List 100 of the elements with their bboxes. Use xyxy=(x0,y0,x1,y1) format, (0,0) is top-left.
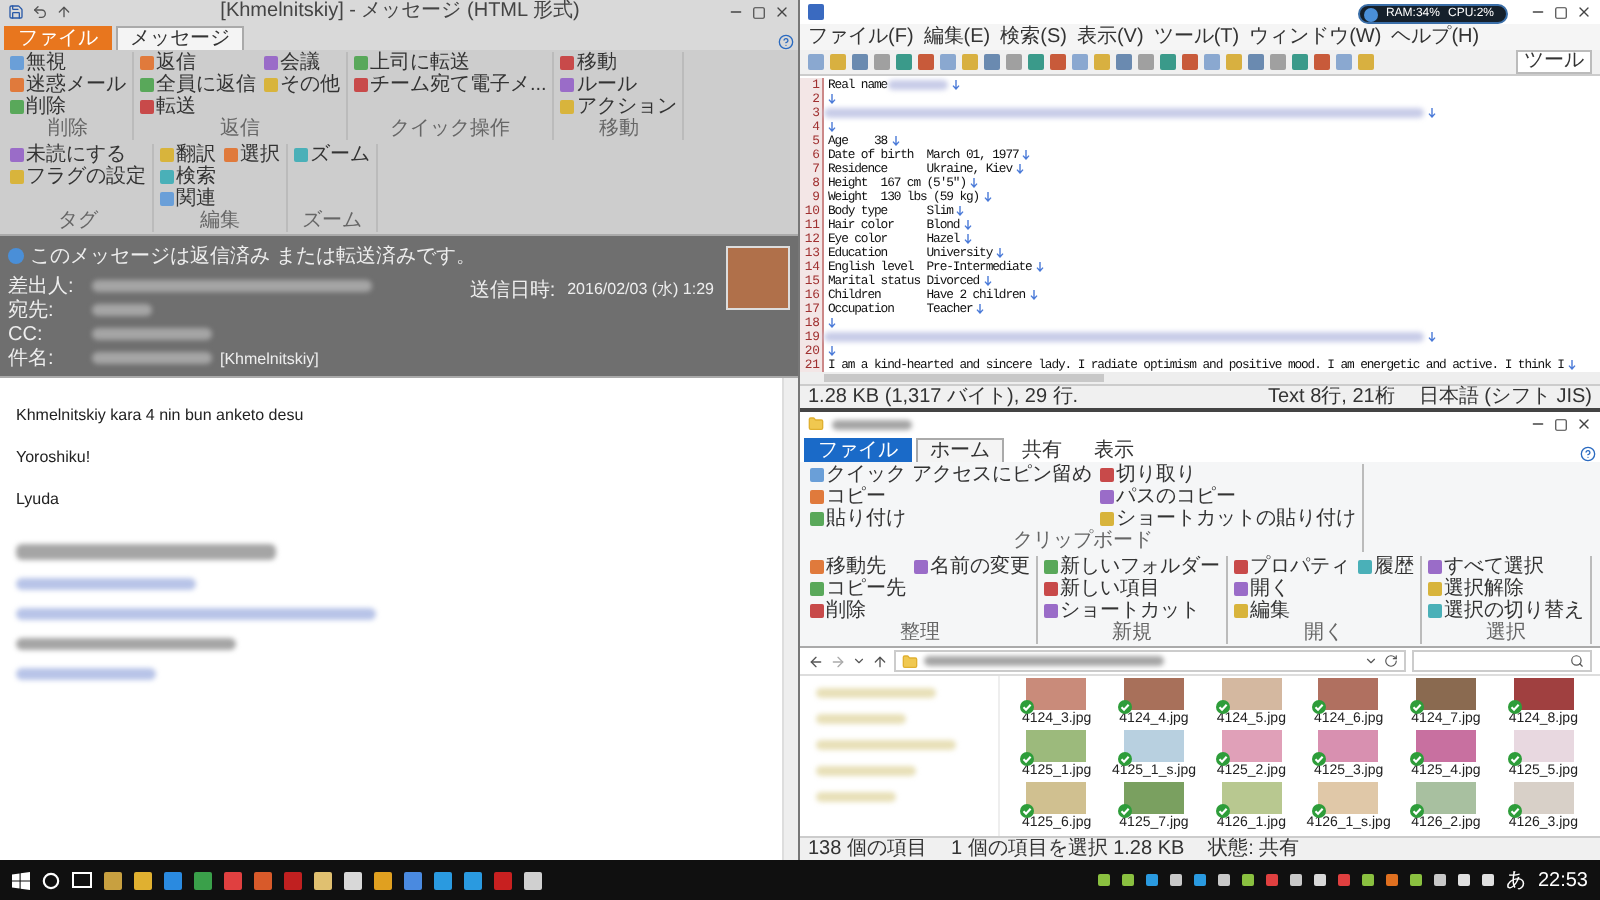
save-icon[interactable] xyxy=(8,4,24,20)
ribbon-button[interactable]: 切り取り xyxy=(1099,464,1356,486)
ribbon-button[interactable]: プロパティ xyxy=(1234,556,1350,578)
ribbon-button[interactable]: 貼り付け xyxy=(810,508,1092,530)
ribbon-button[interactable]: 新しいフォルダー xyxy=(1044,556,1220,578)
ribbon-button[interactable]: 履歴 xyxy=(1358,556,1414,578)
menu-item[interactable]: ファイル(F) xyxy=(808,25,914,49)
dropdown-icon[interactable] xyxy=(852,654,866,668)
help-icon[interactable] xyxy=(778,34,794,50)
photo-placeholder[interactable] xyxy=(1318,730,1379,762)
maximize-icon[interactable] xyxy=(1554,5,1568,19)
scrollbar[interactable] xyxy=(782,378,798,860)
ribbon-button[interactable]: すべて選択 xyxy=(1428,556,1584,578)
search-icon xyxy=(1570,654,1584,668)
photo-placeholder[interactable] xyxy=(1318,782,1379,814)
photo-placeholder[interactable] xyxy=(1513,730,1574,762)
menu-item[interactable]: ウィンドウ(W) xyxy=(1249,25,1382,49)
ribbon-button[interactable]: ルール xyxy=(560,74,677,96)
ribbon-tab[interactable]: メッセージ xyxy=(116,26,244,50)
ribbon-button[interactable]: 翻訳 xyxy=(160,144,216,166)
undo-icon[interactable] xyxy=(32,4,48,20)
back-icon[interactable] xyxy=(808,653,824,669)
menu-item[interactable]: ツール(T) xyxy=(1153,25,1240,49)
menu-item[interactable]: 検索(S) xyxy=(1000,25,1067,49)
ribbon-button[interactable]: 全員に返信 xyxy=(140,74,256,96)
menu-item[interactable]: 表示(V) xyxy=(1076,25,1144,49)
line-break-icon xyxy=(1022,150,1031,160)
search-icon[interactable] xyxy=(42,871,60,889)
ribbon-button[interactable]: その他 xyxy=(264,74,340,96)
up-arrow-icon[interactable] xyxy=(56,4,72,20)
menu-item[interactable]: ヘルプ(H) xyxy=(1391,25,1480,49)
photo-placeholder[interactable] xyxy=(1123,730,1184,762)
ribbon-button[interactable]: 返信 xyxy=(140,52,256,74)
sync-check-icon xyxy=(1312,700,1327,714)
ribbon-button[interactable]: 削除 xyxy=(10,96,126,118)
ribbon-button[interactable]: フラグの設定 xyxy=(10,166,146,188)
ribbon-button[interactable]: 名前の変更 xyxy=(914,556,1030,578)
close-icon[interactable] xyxy=(1576,4,1592,20)
ribbon-button[interactable]: 選択の切り替え xyxy=(1428,600,1584,622)
ribbon-button[interactable]: 移動先 xyxy=(810,556,906,578)
group-label: タグ xyxy=(58,210,98,232)
ribbon-button[interactable]: アクション xyxy=(560,96,677,118)
scrollbar[interactable] xyxy=(800,372,1600,384)
ribbon-button[interactable]: コピー先 xyxy=(810,578,906,600)
refresh-icon[interactable] xyxy=(1384,654,1398,668)
ribbon-button[interactable]: 会議 xyxy=(264,52,340,74)
status-text: Text 8行, 21桁 xyxy=(1267,386,1395,408)
clock[interactable]: 22:53 xyxy=(1537,869,1588,891)
ribbon-button[interactable]: 選択解除 xyxy=(1428,578,1584,600)
close-icon[interactable] xyxy=(1576,416,1592,432)
up-icon[interactable] xyxy=(872,653,888,669)
ribbon-button[interactable]: 迷惑メール xyxy=(10,74,126,96)
ribbon-button[interactable]: チーム宛て電子メ... xyxy=(354,74,547,96)
ribbon-button[interactable]: ズーム xyxy=(294,144,370,166)
maximize-icon[interactable] xyxy=(1554,417,1568,431)
ribbon-button[interactable]: ショートカット xyxy=(1044,600,1220,622)
menu-item[interactable]: 編集(E) xyxy=(923,25,991,49)
ribbon-button[interactable]: 移動 xyxy=(560,52,677,74)
tool-dropdown[interactable]: ツール xyxy=(1516,50,1592,74)
ribbon-button[interactable]: クイック アクセスにピン留め xyxy=(810,464,1092,486)
ribbon-tab[interactable]: 表示 xyxy=(1080,438,1148,462)
windows-logo-icon[interactable] xyxy=(12,871,30,889)
ribbon-button[interactable]: 編集 xyxy=(1234,600,1350,622)
photo-placeholder[interactable] xyxy=(1318,678,1379,710)
search-field[interactable] xyxy=(1412,650,1592,672)
task-view-icon[interactable] xyxy=(72,872,92,888)
input-method-indicator[interactable]: あ xyxy=(1505,866,1526,894)
photo-placeholder[interactable] xyxy=(1513,782,1574,814)
photo-placeholder[interactable] xyxy=(1026,678,1087,710)
ribbon-button[interactable]: 転送 xyxy=(140,96,256,118)
redacted-text xyxy=(816,792,896,802)
photo-placeholder[interactable] xyxy=(1415,678,1476,710)
ribbon-button[interactable]: 新しい項目 xyxy=(1044,578,1220,600)
photo-placeholder[interactable] xyxy=(1026,730,1087,762)
help-icon[interactable] xyxy=(1580,446,1596,462)
ribbon-button[interactable]: 削除 xyxy=(810,600,906,622)
photo-placeholder[interactable] xyxy=(1123,678,1184,710)
close-icon[interactable] xyxy=(774,4,790,20)
status-text: 状態: 共有 xyxy=(1208,838,1300,860)
ribbon-tab[interactable]: 共有 xyxy=(1008,438,1076,462)
ribbon-button[interactable]: コピー xyxy=(810,486,1092,508)
maximize-icon[interactable] xyxy=(752,5,766,19)
sync-check-icon xyxy=(1020,752,1035,766)
address-field[interactable] xyxy=(894,650,1406,672)
ribbon-button[interactable]: 関連 xyxy=(160,188,216,210)
ribbon-tab[interactable]: ホーム xyxy=(916,438,1004,462)
dropdown-icon[interactable] xyxy=(1364,654,1378,668)
ribbon-button[interactable]: ショートカットの貼り付け xyxy=(1099,508,1356,530)
photo-placeholder[interactable] xyxy=(1026,782,1087,814)
photo-placeholder[interactable] xyxy=(1513,678,1574,710)
ribbon-tab[interactable]: ファイル xyxy=(804,438,912,462)
ribbon-button[interactable]: 無視 xyxy=(10,52,126,74)
forward-icon[interactable] xyxy=(830,653,846,669)
ribbon-button[interactable]: 開く xyxy=(1234,578,1350,600)
photo-placeholder[interactable] xyxy=(1221,782,1282,814)
ribbon-button[interactable]: 選択 xyxy=(224,144,280,166)
ribbon-button[interactable]: 上司に転送 xyxy=(354,52,547,74)
ribbon-button[interactable]: 未読にする xyxy=(10,144,146,166)
ribbon-button[interactable]: 検索 xyxy=(160,166,216,188)
ribbon-button[interactable]: パスのコピー xyxy=(1099,486,1356,508)
